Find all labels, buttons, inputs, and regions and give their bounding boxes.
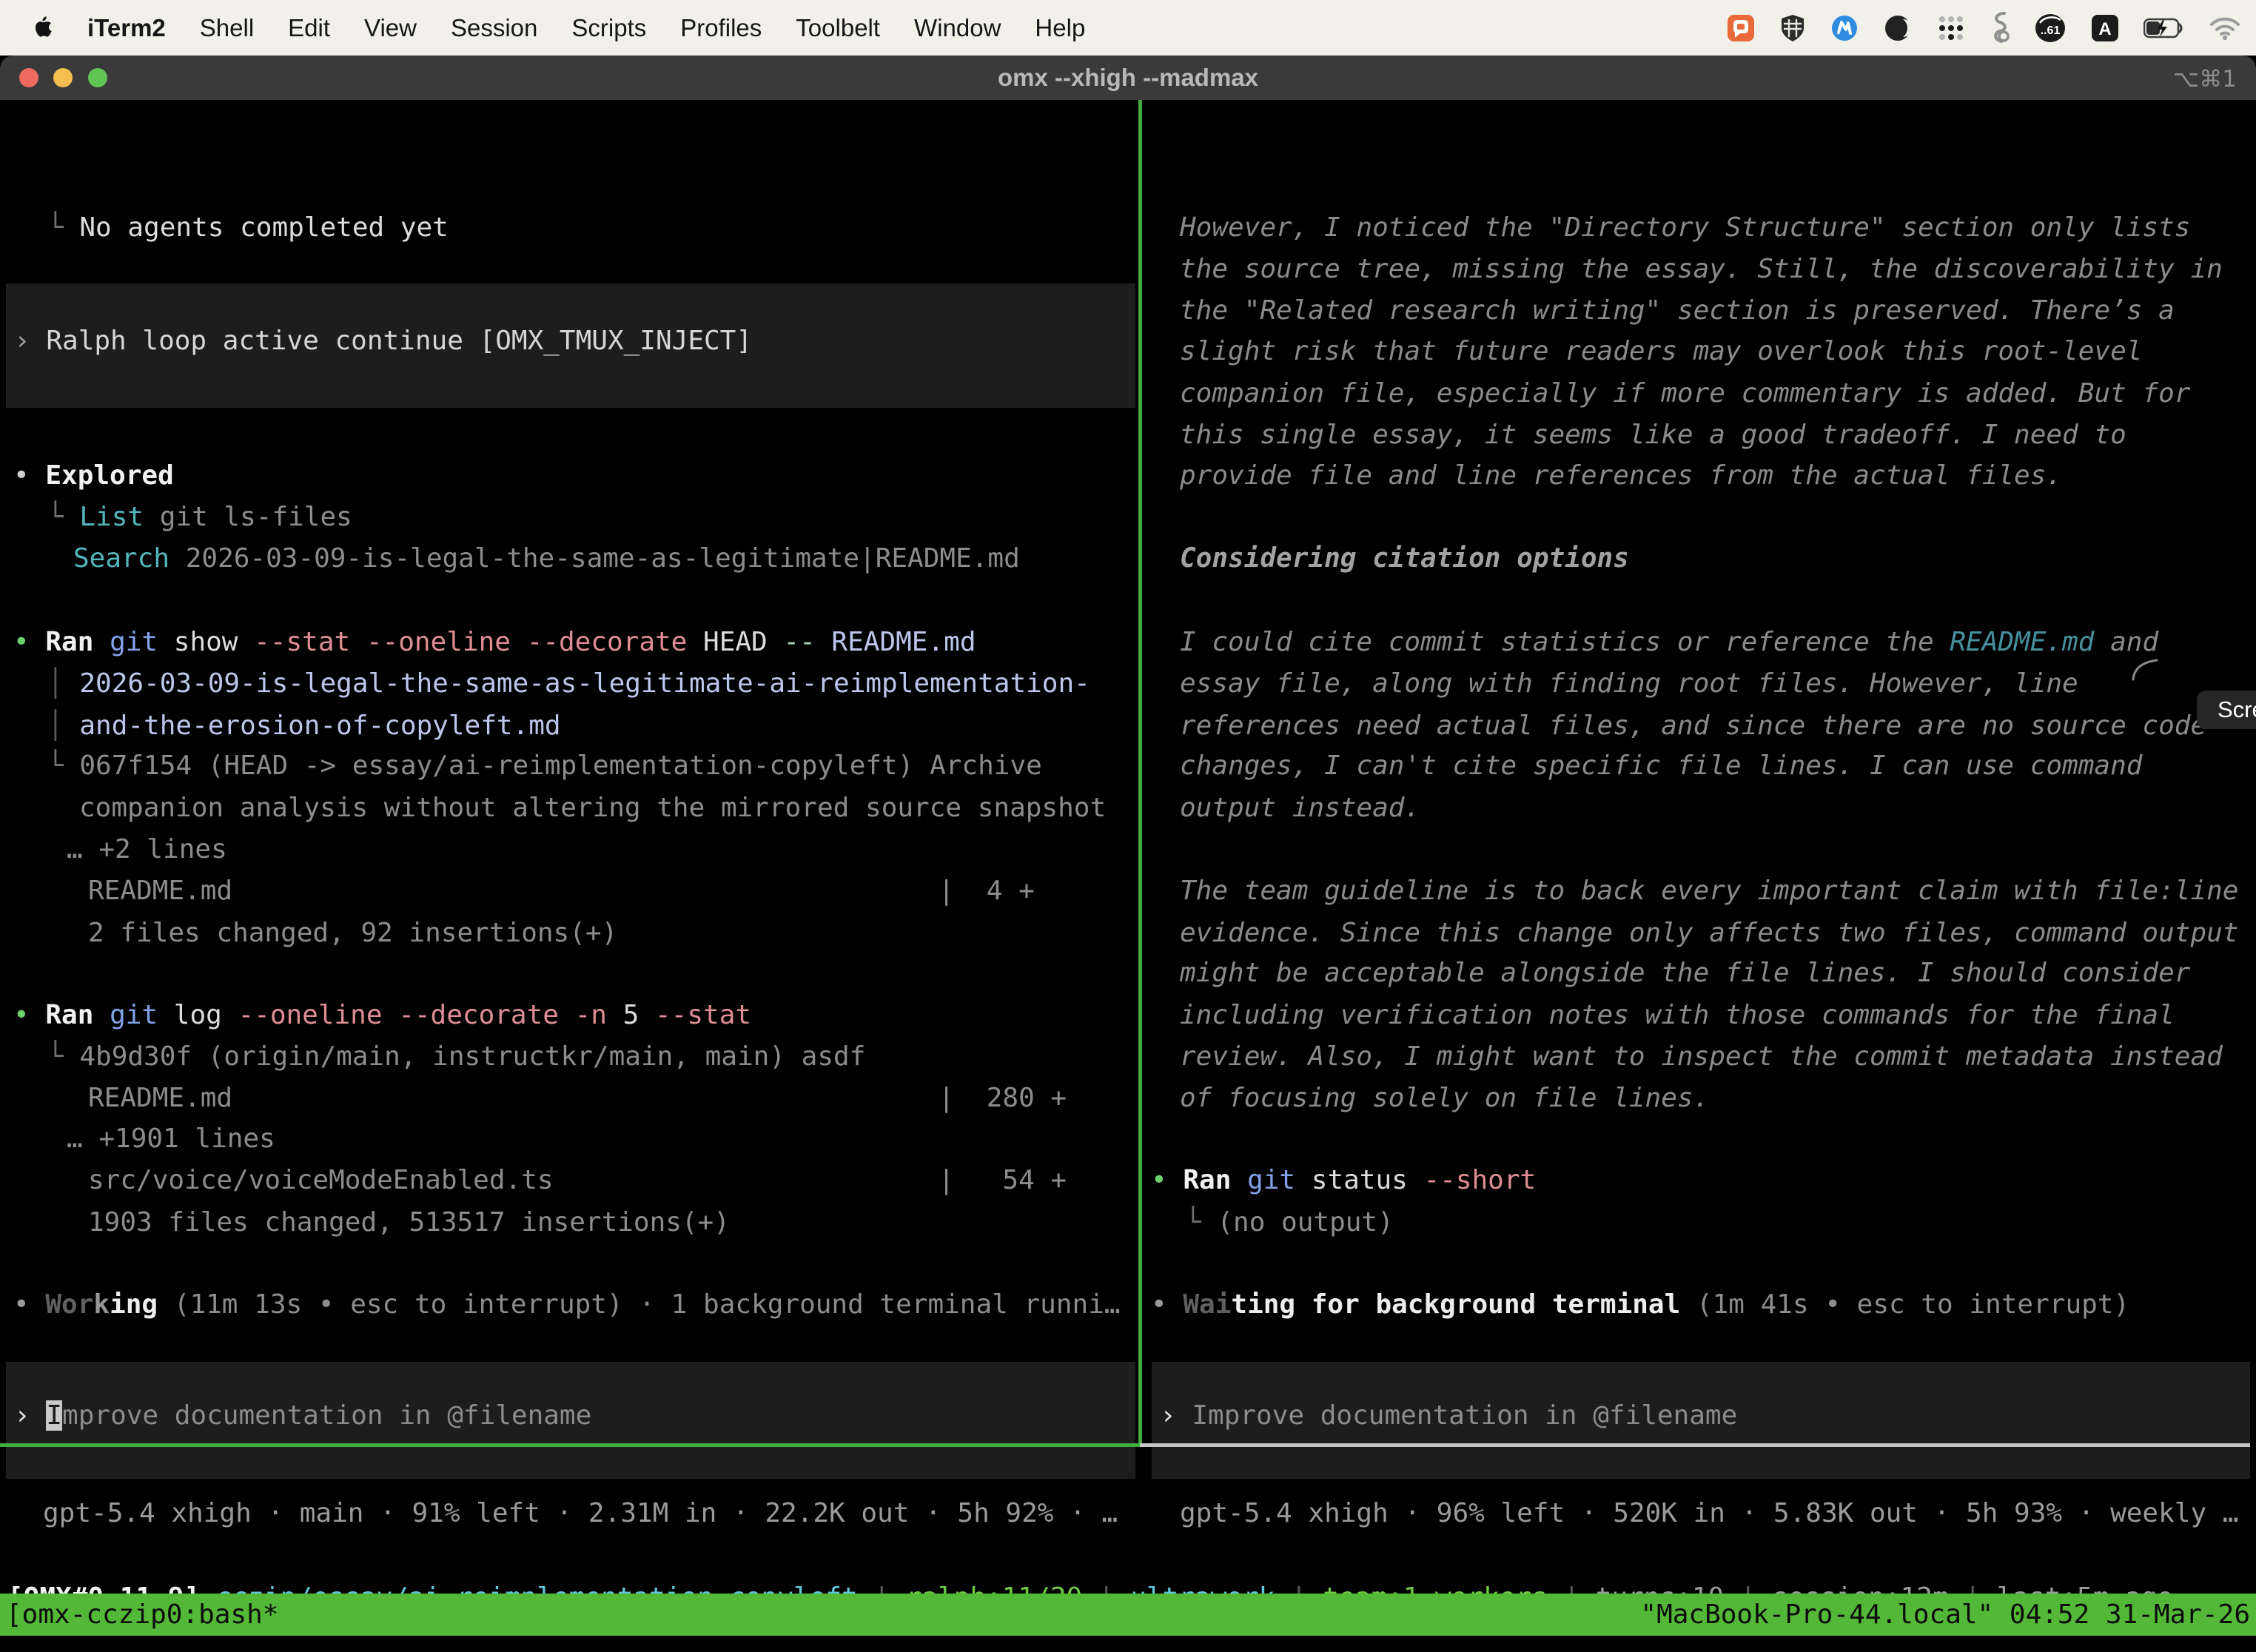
think-p3-l6: of focusing solely on file lines. [1180,1082,1709,1115]
close-button[interactable] [19,68,38,87]
right-input-line: › Improve documentation in @filename [1160,1400,1737,1432]
wifi-icon[interactable] [2209,16,2241,41]
ran-git-log: • Ran git log --oneline --decorate -n 5 … [13,999,751,1032]
terminal-area[interactable]: └ No agents completed yet › Ralph loop ac… [0,100,2256,1652]
think-p1-l5: companion file, especially if more comme… [1180,377,2190,410]
zoom-button[interactable] [88,68,107,87]
show-output-4: README.md | 4 + [88,875,1035,907]
window-shortcut-badge: ⌥⌘1 [2173,66,2237,93]
think-p3-l4: including verification notes with those … [1180,999,2175,1032]
show-output-3: … +2 lines [67,833,227,866]
show-output-2: companion analysis without altering the … [79,792,1106,825]
tmux-session-label: [omx-cczip0:bash* [0,1599,278,1630]
log-output-1: └ 4b9d30f (origin/main, instructkr/main,… [47,1041,865,1073]
minimize-button[interactable] [53,68,73,87]
badge-61-icon[interactable]: ..61 [2034,13,2067,44]
pane-border-bottom-right [1140,1443,2250,1447]
log-output-3: … +1901 lines [67,1123,275,1155]
input-source-label: A [2098,19,2111,39]
log-output-5: 1903 files changed, 513517 insertions(+) [88,1206,730,1239]
screen-share-tooltip[interactable]: Scre [2197,691,2256,729]
think-p3-l3: might be acceptable alongside the file l… [1180,957,2190,990]
menu-item-view[interactable]: View [364,14,417,42]
explored-header: • Explored [13,460,174,492]
think-p3-l1: The team guideline is to back every impo… [1180,875,2238,907]
window-title-bar[interactable]: omx --xhigh --madmax ⌥⌘1 [0,56,2256,100]
chat-app-icon[interactable] [1726,13,1756,43]
menu-item-iterm2[interactable]: iTerm2 [87,14,166,42]
ralph-loop-line: › Ralph loop active continue [OMX_TMUX_I… [14,325,752,357]
menu-item-toolbelt[interactable]: Toolbelt [796,14,880,42]
think-p3-l2: evidence. Since this change only affects… [1180,917,2238,950]
show-arg-wrap-2: │ and-the-erosion-of-copyleft.md [47,710,561,742]
tmux-status-bar: [omx-cczip0:bash* "MacBook-Pro-44.local"… [0,1594,2256,1636]
ran-git-show: • Ran git show --stat --oneline --decora… [13,626,976,659]
menu-item-edit[interactable]: Edit [288,14,330,42]
left-model-status: gpt-5.4 xhigh · main · 91% left · 2.31M … [43,1497,1118,1530]
explored-list: └ List git ls-files [47,501,352,534]
blue-badge-icon[interactable] [1830,13,1859,43]
menu-item-session[interactable]: Session [451,14,537,42]
badge-61-label: ..61 [2041,24,2061,37]
explored-search: Search 2026-03-09-is-legal-the-same-as-l… [73,543,1020,575]
show-output-1: └ 067f154 (HEAD -> essay/ai-reimplementa… [47,750,1042,782]
think-p1-l2: the source tree, missing the essay. Stil… [1180,253,2223,286]
menu-item-help[interactable]: Help [1035,14,1085,42]
think-p2-l4: changes, I can't cite specific file line… [1180,750,2142,782]
left-input-line: › Improve documentation in @filename [14,1400,591,1432]
tmux-host-clock: "MacBook-Pro-44.local" 04:52 31-Mar-26 [1640,1599,2256,1630]
think-p1-l1: However, I noticed the "Directory Struct… [1180,212,2190,244]
log-output-4: src/voice/voiceModeEnabled.ts | 54 + [88,1164,1067,1197]
battery-icon[interactable] [2143,18,2185,38]
think-p1-l6: this single essay, it seems like a good … [1180,419,2126,451]
think-p1-l3: the "Related research writing" section i… [1180,295,2175,327]
think-p2-l1: I could cite commit statistics or refere… [1180,626,2158,659]
show-output-5: 2 files changed, 92 insertions(+) [88,917,617,950]
log-output-2: README.md | 280 + [88,1082,1067,1115]
think-p1-l4: slight risk that future readers may over… [1180,335,2142,368]
think-p2-l5: output instead. [1180,792,1420,825]
think-p2-l2: essay file, along with finding root file… [1180,668,2078,700]
input-source-a-icon[interactable]: A [2090,13,2120,43]
menu-status-icons: ..61 A [1726,12,2256,44]
right-model-status: gpt-5.4 xhigh · 96% left · 520K in · 5.8… [1180,1497,2238,1530]
pane-border-bottom-left [0,1443,1140,1447]
menu-item-window[interactable]: Window [914,14,1001,42]
apple-menu-icon[interactable] [31,15,53,41]
traffic-lights [19,68,119,91]
window-title: omx --xhigh --madmax [0,64,2256,92]
waiting-status: • Waiting for background terminal (1m 41… [1151,1289,2129,1321]
dots-grid-icon[interactable] [1936,13,1966,43]
menu-item-scripts[interactable]: Scripts [571,14,646,42]
agents-status-line: └ No agents completed yet [47,212,449,244]
think-p1-l7: provide file and line references from th… [1180,460,2062,492]
think-p3-l5: review. Also, I might want to inspect th… [1180,1041,2223,1073]
ran-git-status: • Ran git status --short [1151,1164,1536,1197]
dark-crescent-icon[interactable] [1883,13,1913,43]
show-arg-wrap-1: │ 2026-03-09-is-legal-the-same-as-legiti… [47,668,1090,700]
menu-item-profiles[interactable]: Profiles [680,14,762,42]
pane-divider-vertical [1138,100,1142,1445]
menu-bar: iTerm2 Shell Edit View Session Scripts Profile… [0,0,2256,56]
menu-item-shell[interactable]: Shell [200,14,254,42]
menu-items: iTerm2 Shell Edit View Session Scripts Profile… [0,14,1085,42]
think-heading: Considering citation options [1180,543,1629,575]
squiggle-icon[interactable] [1990,12,2010,44]
screen-share-tooltip-label: Scre [2218,696,2256,723]
working-status: • Working (11m 13s • esc to interrupt) ·… [13,1289,1121,1321]
cursor-doodle [2132,657,2161,681]
shield-grid-icon[interactable] [1779,13,1806,43]
status-output: └ (no output) [1185,1206,1394,1239]
think-p2-l3: references need actual files, and since … [1180,710,2206,742]
